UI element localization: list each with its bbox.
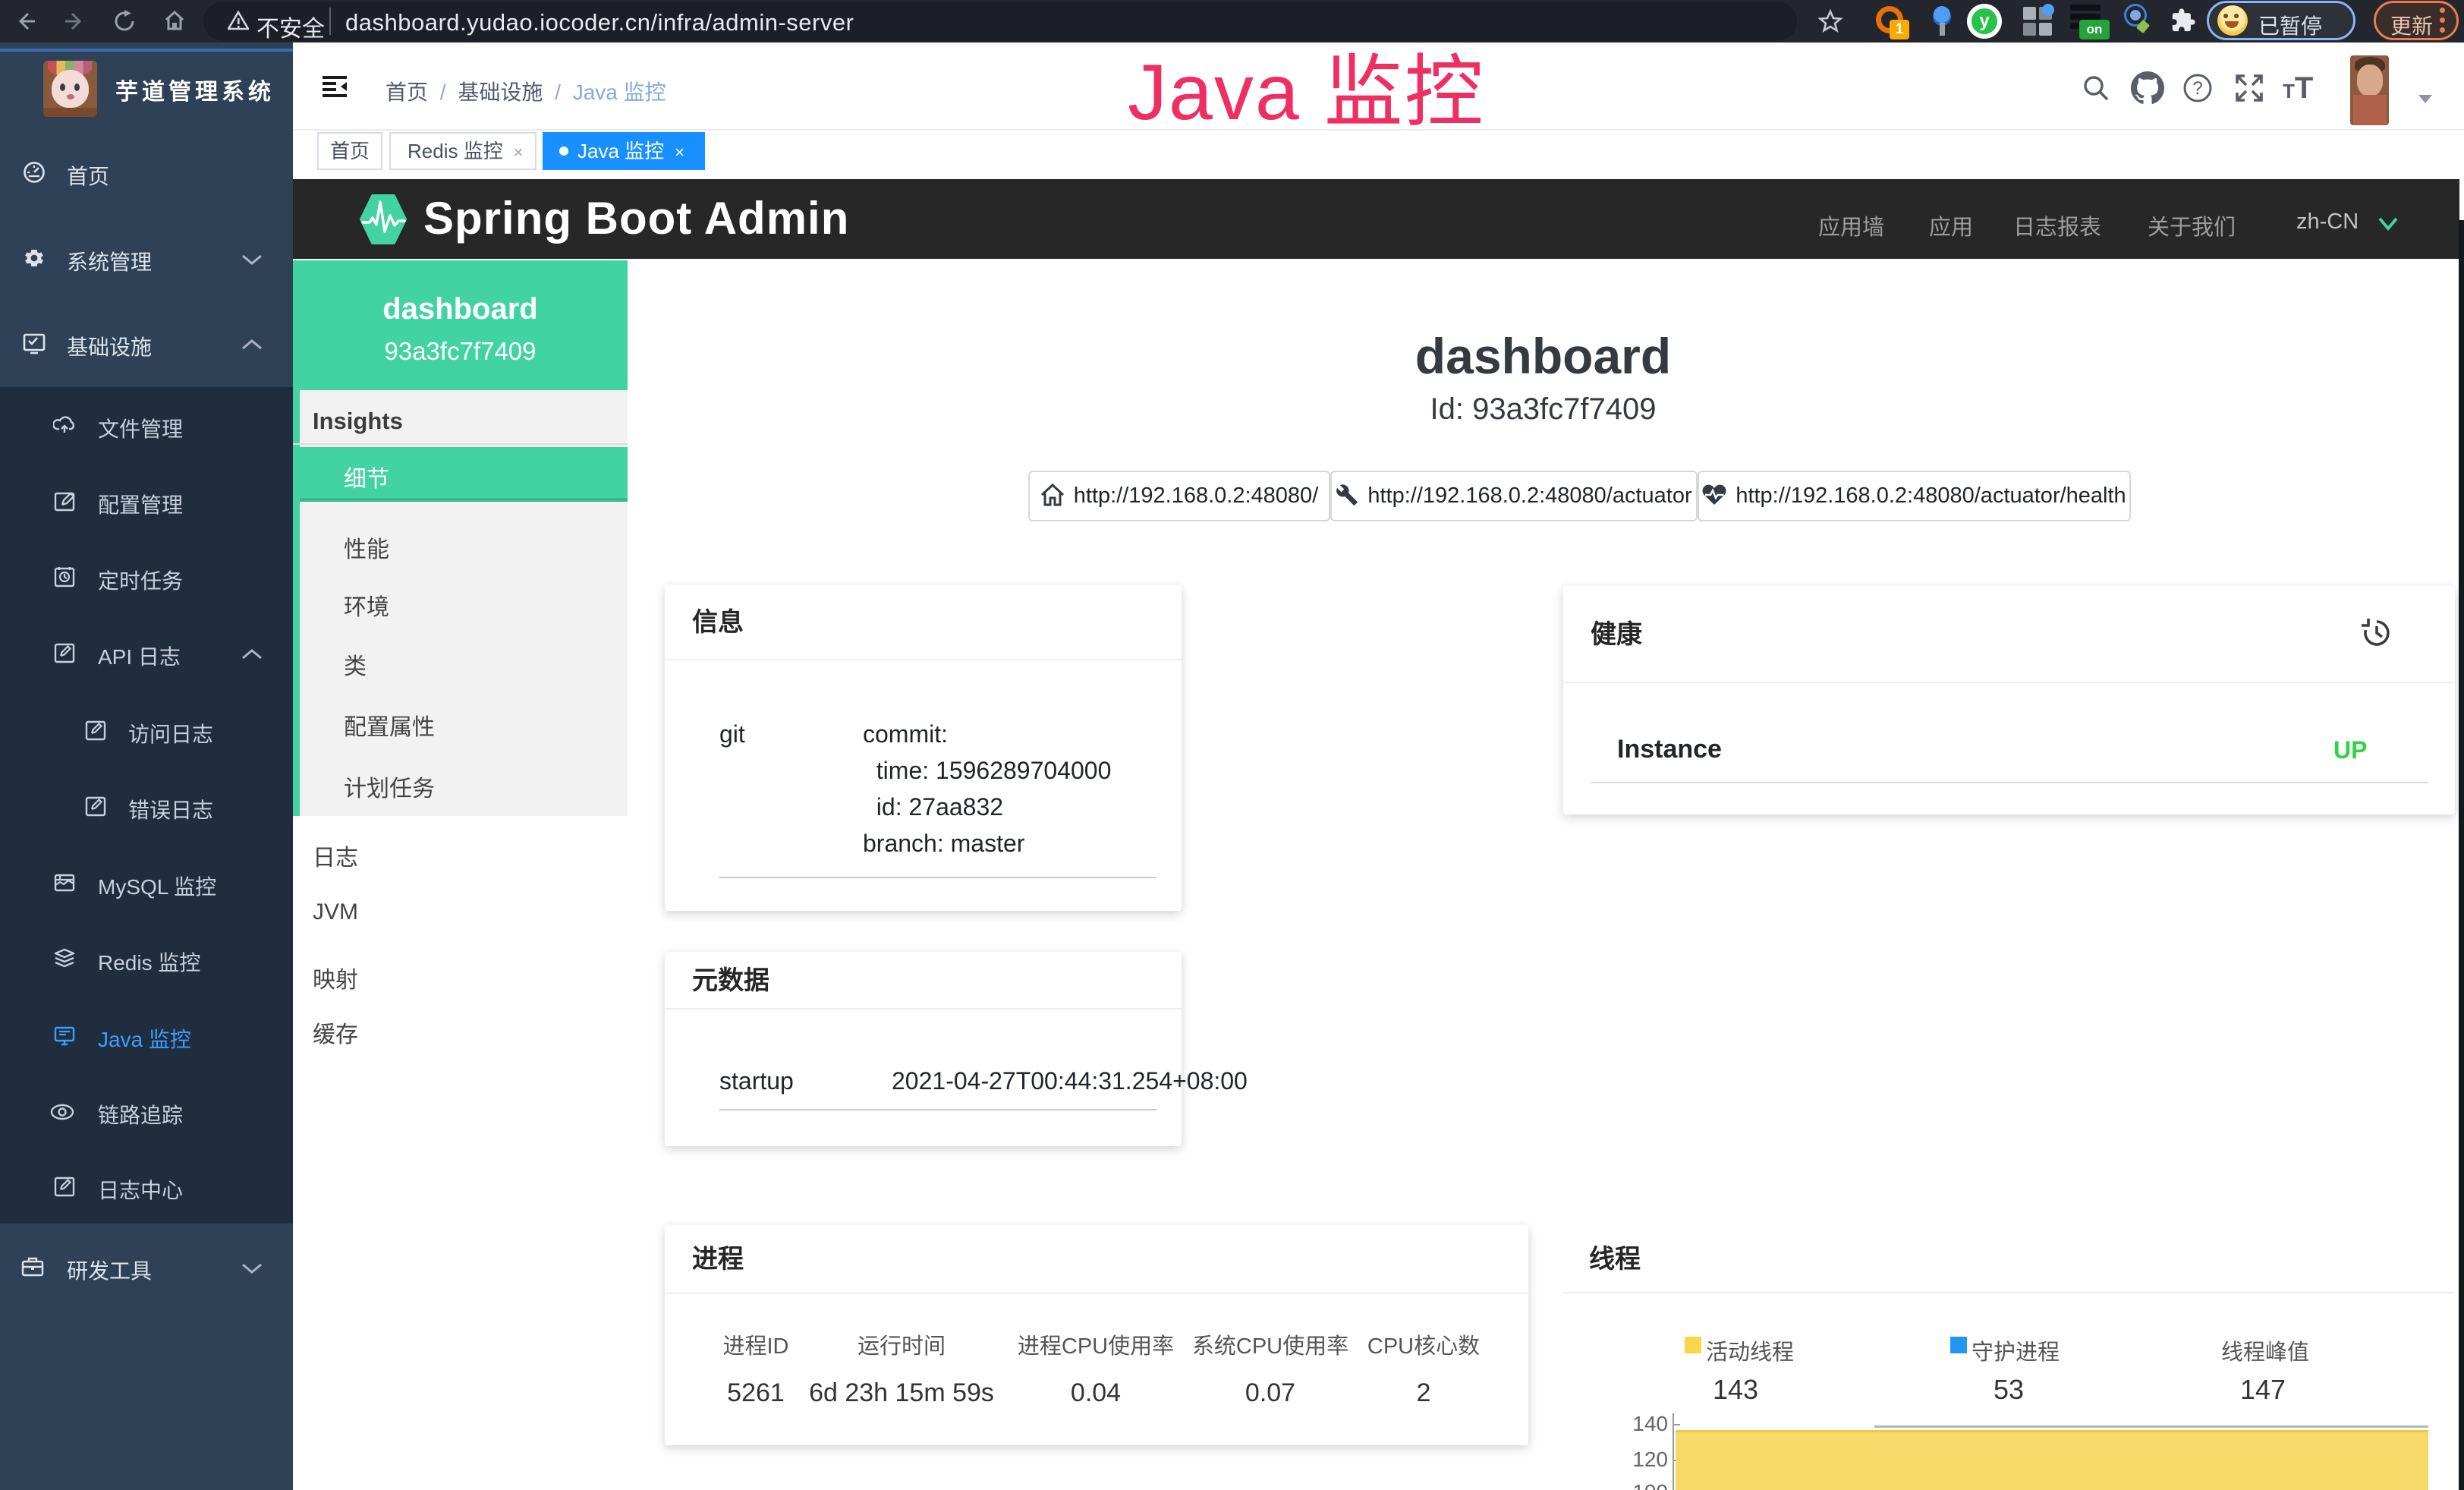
svg-text:?: ? [2192,78,2202,99]
